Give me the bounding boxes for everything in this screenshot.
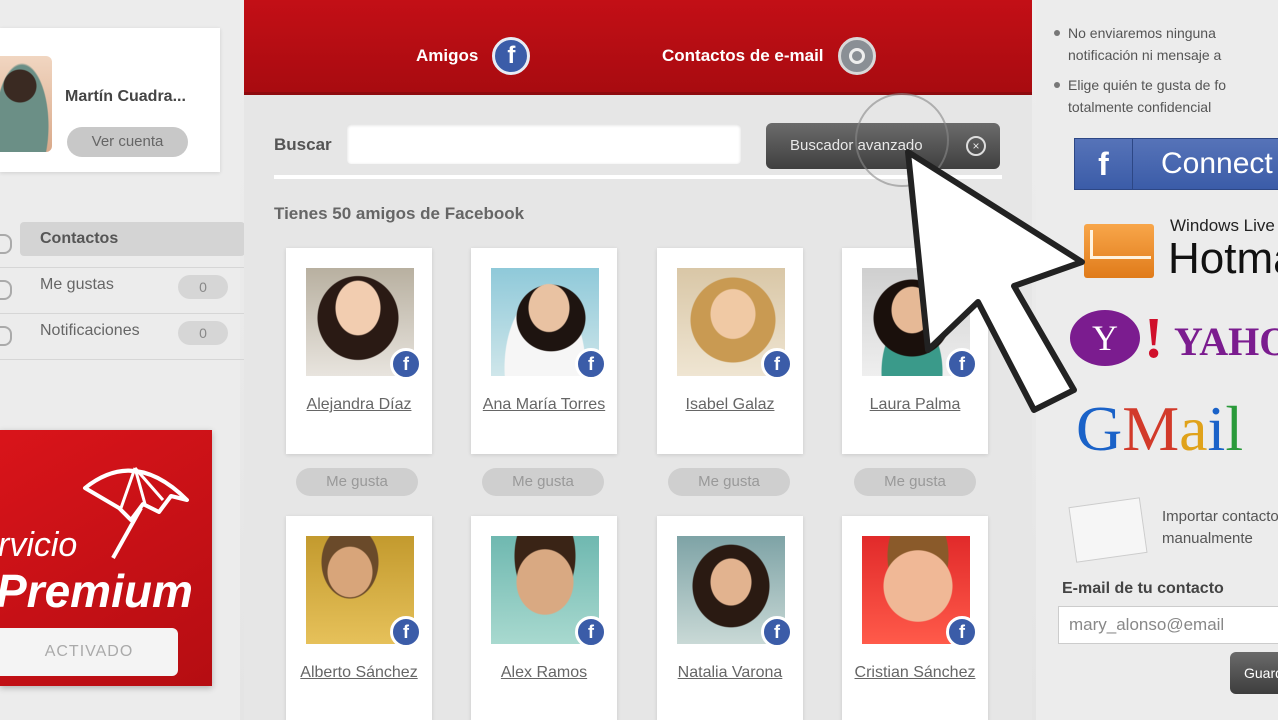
friend-card[interactable]: f Laura Palma <box>842 248 988 454</box>
friend-name-link[interactable]: Alex Ramos <box>477 662 611 684</box>
friend-name-link[interactable]: Ana María Torres <box>477 394 611 416</box>
sidebar-item-label: Contactos <box>40 230 119 247</box>
search-input[interactable] <box>347 124 741 164</box>
friend-name-link[interactable]: Alberto Sánchez <box>292 662 426 684</box>
like-button[interactable]: Me gusta <box>854 468 976 496</box>
friend-card[interactable]: f Alejandra Díaz <box>286 248 432 454</box>
view-account-button[interactable]: Ver cuenta <box>67 127 188 157</box>
right-panel: No enviaremos ninguna notificación ni me… <box>1036 0 1278 720</box>
advanced-search-button[interactable]: Buscador avanzado × <box>766 123 1000 169</box>
friend-name-link[interactable]: Natalia Varona <box>663 662 797 684</box>
friend-card[interactable]: f Alex Ramos <box>471 516 617 720</box>
hotmail-small-text: Windows Live <box>1170 216 1275 235</box>
sidebar-item-me-gustas[interactable]: Me gustas 0 <box>0 268 245 314</box>
source-tabs: Amigos f Contactos de e-mail <box>244 0 1032 95</box>
facebook-icon: f <box>1075 139 1133 189</box>
yahoo-exclamation-icon: ! <box>1144 305 1164 370</box>
count-badge: 0 <box>178 275 228 299</box>
contacts-icon <box>0 234 12 254</box>
premium-title-line2: Premium <box>0 565 193 617</box>
facebook-icon: f <box>575 616 607 648</box>
heart-icon <box>0 280 12 300</box>
contact-email-label: E-mail de tu contacto <box>1062 580 1224 597</box>
facebook-icon: f <box>575 348 607 380</box>
gmail-logo-m: M <box>1122 393 1180 464</box>
tab-label: Contactos de e-mail <box>662 46 824 65</box>
info-bullet: No enviaremos ninguna notificación ni me… <box>1054 22 1274 66</box>
friend-name-link[interactable]: Alejandra Díaz <box>292 394 426 416</box>
import-manual-button[interactable]: Importar contactos manualmente <box>1068 496 1278 566</box>
sidebar-item-label: Notificaciones <box>40 322 140 339</box>
facebook-icon: f <box>761 348 793 380</box>
bell-icon <box>0 326 12 346</box>
contact-email-input[interactable]: mary_alonso@email <box>1058 606 1278 644</box>
umbrella-icon <box>83 467 189 559</box>
gmail-logo-l: l <box>1225 393 1244 464</box>
premium-activated-button[interactable]: ACTIVADO <box>0 628 178 676</box>
main-panel: Amigos f Contactos de e-mail Buscar Busc… <box>244 0 1032 720</box>
advanced-search-label: Buscador avanzado <box>790 137 923 154</box>
info-bullet: Elige quién te gusta de fo totalmente co… <box>1054 74 1274 118</box>
close-icon[interactable]: × <box>966 136 986 156</box>
import-text: Importar contactos manualmente <box>1162 506 1278 550</box>
like-button[interactable]: Me gusta <box>668 468 790 496</box>
envelope-icon <box>1068 497 1148 563</box>
search-bar: Buscar Buscador avanzado × <box>244 115 1032 185</box>
import-line1: Importar contactos <box>1162 508 1278 525</box>
gmail-logo-g: G <box>1076 393 1123 464</box>
friend-card[interactable]: f Ana María Torres <box>471 248 617 454</box>
app-screen: Martín Cuadra... Ver cuenta Contactos Me… <box>0 0 1278 720</box>
facebook-icon: f <box>946 348 978 380</box>
count-badge: 0 <box>178 321 228 345</box>
facebook-icon: f <box>946 616 978 648</box>
hotmail-logo-text: Hotmail <box>1168 234 1278 283</box>
sidebar-item-notificaciones[interactable]: Notificaciones 0 <box>0 314 245 360</box>
friends-count-text: Tienes 50 amigos de Facebook <box>274 204 525 223</box>
friend-name-link[interactable]: Laura Palma <box>848 394 982 416</box>
premium-title-line1: rvicio <box>0 526 78 564</box>
facebook-icon: f <box>761 616 793 648</box>
friend-name-link[interactable]: Isabel Galaz <box>663 394 797 416</box>
save-button[interactable]: Guardar <box>1230 652 1278 694</box>
divider <box>274 175 1002 179</box>
hotmail-button[interactable]: Windows Live Hotmail <box>1084 216 1278 286</box>
yahoo-logo-text: YAHOO <box>1174 319 1278 364</box>
avatar[interactable] <box>0 56 52 152</box>
friend-name-link[interactable]: Cristian Sánchez <box>848 662 982 684</box>
tab-label: Amigos <box>416 46 479 65</box>
tab-contactos-email[interactable]: Contactos de e-mail <box>662 36 876 76</box>
sidebar-item-label: Me gustas <box>40 276 114 293</box>
mail-icon <box>837 37 876 75</box>
gmail-logo-a: a <box>1179 393 1208 464</box>
yahoo-y-icon: Y <box>1070 310 1140 366</box>
info-list: No enviaremos ninguna notificación ni me… <box>1054 22 1278 126</box>
friend-card[interactable]: f Natalia Varona <box>657 516 803 720</box>
sidebar-nav: Contactos Me gustas 0 Notificaciones 0 <box>0 222 245 360</box>
friend-card[interactable]: f Alberto Sánchez <box>286 516 432 720</box>
gmail-logo-i: i <box>1207 393 1226 464</box>
left-sidebar: Martín Cuadra... Ver cuenta Contactos Me… <box>0 0 245 720</box>
profile-card: Martín Cuadra... Ver cuenta <box>0 28 220 172</box>
facebook-connect-button[interactable]: f Connect <box>1074 138 1278 190</box>
like-button[interactable]: Me gusta <box>296 468 418 496</box>
sidebar-item-contactos[interactable]: Contactos <box>0 222 245 268</box>
search-label: Buscar <box>274 135 332 154</box>
facebook-icon: f <box>492 37 531 75</box>
profile-name: Martín Cuadra... <box>65 88 186 105</box>
facebook-icon: f <box>390 616 422 648</box>
gmail-button[interactable]: GMail <box>1076 392 1243 466</box>
friend-card[interactable]: f Isabel Galaz <box>657 248 803 454</box>
like-button[interactable]: Me gusta <box>482 468 604 496</box>
import-line2: manualmente <box>1162 530 1253 547</box>
tab-amigos[interactable]: Amigos f <box>416 36 531 76</box>
facebook-icon: f <box>390 348 422 380</box>
hotmail-envelope-icon <box>1084 224 1154 278</box>
premium-banner: rvicio Premium ACTIVADO <box>0 430 212 686</box>
yahoo-button[interactable]: Y ! YAHOO <box>1070 305 1278 370</box>
facebook-connect-label: Connect <box>1161 147 1273 180</box>
friend-card[interactable]: f Cristian Sánchez <box>842 516 988 720</box>
